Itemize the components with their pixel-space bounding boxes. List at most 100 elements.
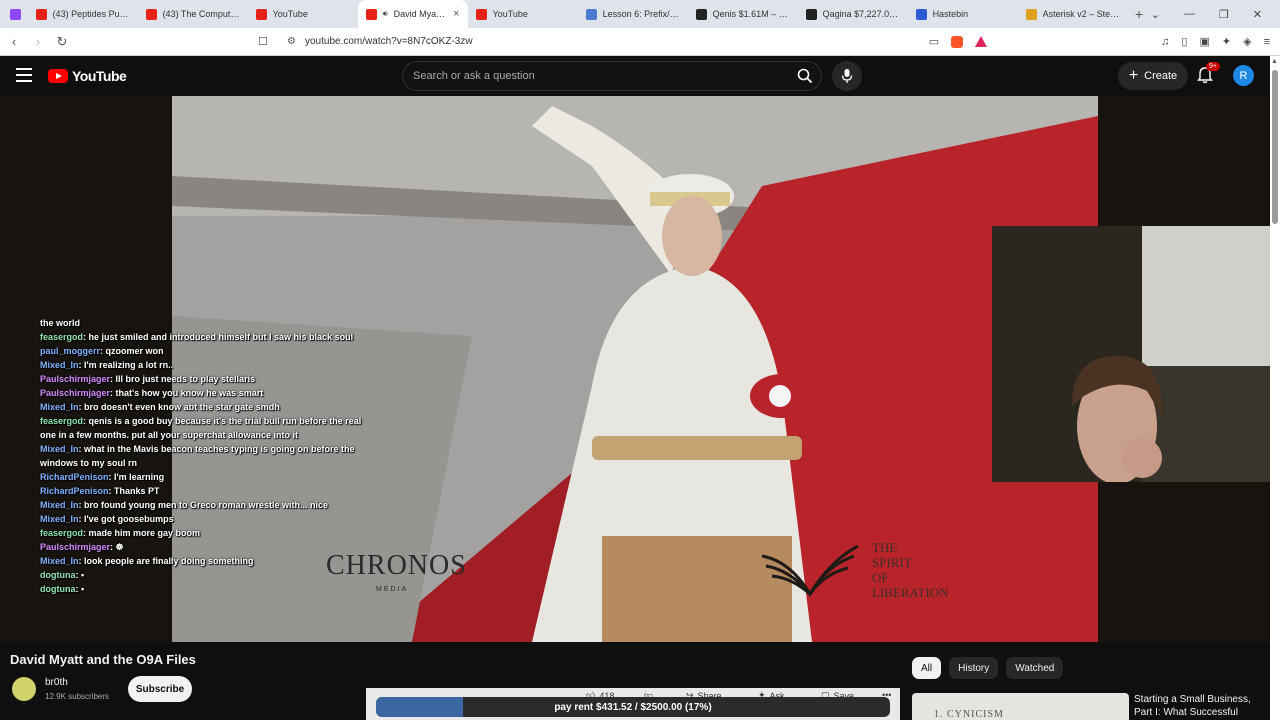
tab-title: Qagina $7,227.00 – Q — [822, 9, 900, 19]
chat-message: Paulschirmjager: lll bro just needs to p… — [40, 374, 256, 384]
chat-text: he just smiled and introduced himself bu… — [88, 332, 354, 342]
browser-tab[interactable]: YouTube — [468, 0, 578, 28]
chronos-media-watermark: CHRONOS MEDIA — [326, 548, 466, 604]
chat-text: Thanks PT — [114, 486, 160, 496]
chat-text: ☸ — [115, 542, 124, 552]
bookmark-icon[interactable]: ☐ — [258, 35, 268, 48]
browser-tab[interactable]: Hastebin — [908, 0, 1018, 28]
tab-favicon-icon — [365, 8, 377, 20]
browser-tab[interactable]: Qagina $7,227.00 – Q — [798, 0, 908, 28]
chat-message: Mixed_In: I'm realizing a lot rn.. — [40, 360, 174, 370]
chat-text: made him more gay boom — [88, 528, 201, 538]
account-avatar[interactable]: R — [1233, 65, 1254, 86]
recommended-video-title[interactable]: Starting a Small Business, Part I: What … — [1134, 693, 1264, 719]
browser-menu-tab[interactable] — [4, 0, 28, 28]
chat-text: I'm learning — [114, 472, 165, 482]
chat-text: I've got goosebumps — [84, 514, 174, 524]
chat-username: dogtuna — [40, 584, 76, 594]
scrollbar-thumb[interactable] — [1272, 70, 1278, 224]
chat-username: Mixed_In — [40, 444, 79, 454]
close-tab-icon[interactable]: × — [453, 8, 459, 20]
chat-message: RichardPenison: Thanks PT — [40, 486, 160, 496]
cast-icon[interactable]: ▭ — [929, 35, 939, 48]
chat-message: feasergod: made him more gay boom — [40, 528, 201, 538]
tab-favicon-icon — [695, 8, 707, 20]
tab-title: Hastebin — [932, 9, 969, 19]
chat-text: ▪ — [81, 584, 85, 594]
scroll-up-icon[interactable]: ▲ — [1271, 58, 1278, 65]
plus-icon: + — [1128, 67, 1139, 84]
filter-chip-watched[interactable]: Watched — [1006, 657, 1064, 679]
media-icon[interactable]: ♫ — [1161, 36, 1169, 48]
site-info-icon[interactable]: ⚙ — [287, 36, 296, 47]
tab-audio-icon[interactable]: 🔊︎ — [383, 9, 388, 19]
page-scrollbar[interactable]: ▲ — [1270, 56, 1280, 720]
create-button[interactable]: + Create — [1118, 62, 1188, 90]
chat-message: the world — [40, 316, 440, 330]
wings-logo-icon — [761, 544, 859, 597]
browser-tab[interactable]: (43) Peptides Put Sc — [28, 0, 138, 28]
chat-username: Mixed_In — [40, 500, 79, 510]
guide-menu-icon[interactable] — [16, 68, 32, 82]
chat-message: feasergod: he just smiled and introduced… — [40, 332, 354, 342]
tab-title: Lesson 6: Prefix/Suffi — [602, 9, 680, 19]
new-tab-button[interactable]: + — [1128, 6, 1151, 22]
watermark-line: LIBERATION — [872, 585, 949, 600]
forward-button[interactable]: › — [28, 34, 48, 49]
chat-username: Paulschirmjager — [40, 374, 111, 384]
chat-text: windows to my soul rn — [40, 458, 138, 468]
chat-username: feasergod — [40, 332, 84, 342]
chat-message: Mixed_In: bro found young men to Greco r… — [40, 500, 329, 510]
tab-search-icon[interactable]: ⌄ — [1151, 8, 1160, 21]
voice-search-button[interactable] — [832, 61, 862, 91]
url-text[interactable]: youtube.com/watch?v=8N7cOKZ-3zw — [305, 36, 473, 47]
chat-message: Mixed_In: what in the Mavis beacon teach… — [40, 444, 355, 454]
maximize-button[interactable]: ❐ — [1219, 8, 1229, 21]
streamer-webcam — [992, 226, 1280, 482]
tab-favicon-icon — [805, 8, 817, 20]
browser-tab[interactable]: 🔊︎ David Myatt a × — [357, 0, 468, 28]
browser-tab[interactable]: YouTube — [248, 0, 358, 28]
sidebar-icon[interactable]: ▯ — [1181, 35, 1187, 48]
chat-message: Mixed_In: I've got goosebumps — [40, 514, 174, 524]
browser-tab[interactable]: Qenis $1.61M – Qen — [688, 0, 798, 28]
chat-text: one in a few months. put all your superc… — [40, 430, 299, 440]
channel-avatar[interactable] — [12, 677, 36, 701]
browser-menu-icon[interactable]: ≡ — [1264, 36, 1270, 48]
minimize-button[interactable]: — — [1184, 8, 1195, 21]
chat-message: Paulschirmjager: that's how you know he … — [40, 388, 264, 398]
filter-chip-all[interactable]: All — [912, 657, 942, 679]
leo-icon[interactable]: ✦ — [1222, 35, 1231, 48]
browser-tab[interactable]: Lesson 6: Prefix/Suffi — [578, 0, 688, 28]
address-bar: ‹ › ↻ ☐ youtube.com/watch?v=8N7cOKZ-3zw … — [0, 28, 1280, 56]
filter-chip-history[interactable]: History — [949, 657, 999, 679]
close-window-button[interactable]: ✕ — [1253, 8, 1262, 21]
chat-username: Mixed_In — [40, 402, 79, 412]
browser-tab-strip: (43) Peptides Put Sc (43) The Computer C Y… — [0, 0, 1280, 28]
reload-button[interactable]: ↻ — [52, 34, 72, 50]
chat-text: look people are finally doing something — [84, 556, 254, 566]
chat-message: one in a few months. put all your superc… — [40, 428, 440, 442]
wallet-icon[interactable]: ▣ — [1199, 35, 1209, 48]
brave-rewards-icon[interactable] — [975, 36, 988, 47]
youtube-logo[interactable]: YouTube — [48, 68, 127, 84]
youtube-header: YouTube Search or ask a question + Creat… — [0, 56, 1270, 96]
back-button[interactable]: ‹ — [4, 34, 24, 49]
chat-text: qzoomer won — [105, 346, 164, 356]
tab-title: YouTube — [492, 9, 528, 19]
video-player[interactable]: the world feasergod: he just smiled and i… — [0, 96, 1280, 642]
browser-tab[interactable]: (43) The Computer C — [138, 0, 248, 28]
recommended-video-thumbnail[interactable]: 1. CYNICISM — [912, 693, 1129, 720]
channel-name[interactable]: br0th — [45, 677, 68, 688]
brave-shields-icon[interactable] — [951, 35, 964, 48]
tab-title: Asterisk v2 – Stenofa — [1042, 9, 1120, 19]
subscribe-button[interactable]: Subscribe — [128, 676, 192, 702]
search-box[interactable]: Search or ask a question — [402, 61, 822, 91]
browser-tab[interactable]: Asterisk v2 – Stenofa — [1018, 0, 1128, 28]
vpn-icon[interactable]: ◈ — [1243, 35, 1251, 48]
tab-favicon-icon — [145, 8, 157, 20]
chat-message: paul_moggerr: qzoomer won — [40, 346, 164, 356]
chat-message: feasergod: qenis is a good buy because i… — [40, 416, 362, 426]
search-button[interactable] — [789, 62, 821, 90]
tab-favicon-icon — [255, 8, 267, 20]
